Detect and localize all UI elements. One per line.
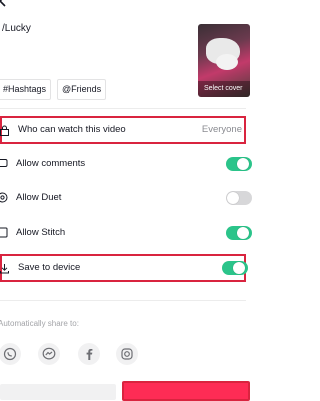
- caption-text[interactable]: /Lucky: [2, 23, 31, 34]
- save-to-device-toggle[interactable]: [222, 261, 248, 275]
- toggle-knob: [227, 192, 239, 204]
- facebook-icon[interactable]: [78, 343, 100, 365]
- stitch-icon: [0, 227, 8, 238]
- allow-duet-label: Allow Duet: [16, 192, 62, 203]
- allow-comments-toggle[interactable]: [226, 157, 252, 171]
- post-button[interactable]: [122, 381, 250, 401]
- save-to-device-label: Save to device: [18, 262, 81, 273]
- save-to-device-row: Save to device: [0, 254, 248, 282]
- allow-duet-toggle[interactable]: [226, 191, 252, 205]
- toggle-knob: [237, 158, 249, 170]
- lock-icon: [0, 125, 9, 136]
- toggle-knob: [237, 227, 249, 239]
- allow-stitch-label: Allow Stitch: [16, 227, 66, 238]
- toggle-knob: [233, 262, 245, 274]
- cover-image-subject-detail: [216, 54, 238, 70]
- allow-comments-row: Allow comments: [0, 150, 252, 178]
- allow-comments-label: Allow comments: [16, 158, 86, 169]
- duet-icon: [0, 192, 8, 203]
- hashtags-label: Hashtags: [8, 84, 47, 94]
- allow-stitch-row: Allow Stitch: [0, 219, 252, 247]
- drafts-button[interactable]: [0, 384, 116, 400]
- friends-label: Friends: [71, 84, 102, 94]
- messenger-icon[interactable]: [38, 343, 60, 365]
- divider: [0, 300, 246, 301]
- who-can-watch-label: Who can watch this video: [18, 124, 126, 135]
- select-cover-label: Select cover: [198, 81, 250, 97]
- allow-stitch-toggle[interactable]: [226, 226, 252, 240]
- who-can-watch-value: Everyone: [201, 124, 242, 135]
- divider: [0, 108, 246, 109]
- instagram-icon[interactable]: [116, 343, 138, 365]
- download-icon: [0, 264, 9, 274]
- at-mention-icon: @: [62, 84, 72, 94]
- comment-icon: [0, 159, 8, 167]
- whatsapp-icon[interactable]: [0, 343, 21, 365]
- allow-duet-row: Allow Duet: [0, 184, 252, 212]
- friends-button[interactable]: @Friends: [57, 79, 107, 100]
- cover-thumbnail[interactable]: Select cover: [198, 24, 250, 97]
- hashtags-button[interactable]: #Hashtags: [0, 79, 52, 100]
- who-can-watch-row[interactable]: Who can watch this video Everyone: [0, 116, 246, 144]
- back-arrow-icon[interactable]: [0, 0, 10, 8]
- auto-share-label: Automatically share to:: [0, 319, 79, 328]
